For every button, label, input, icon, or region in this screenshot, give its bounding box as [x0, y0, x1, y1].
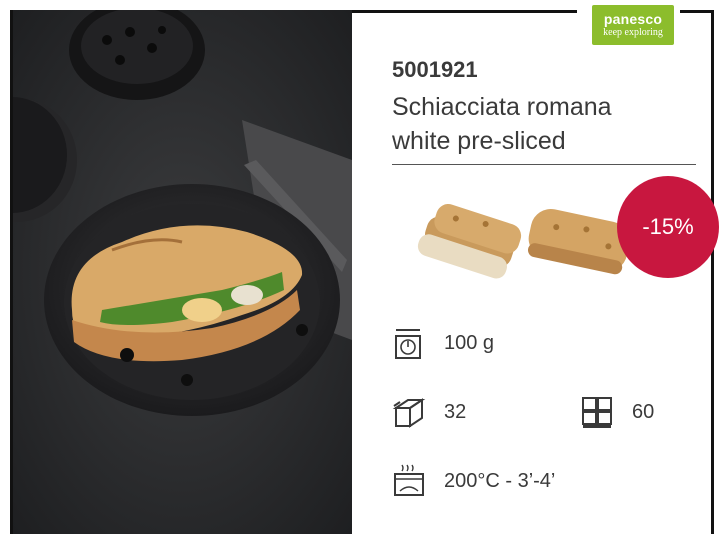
weight-value: 100 g — [444, 331, 495, 354]
product-name-line2: white pre-sliced — [392, 127, 566, 155]
product-name-line1: Schiacciata romana — [392, 93, 612, 121]
bake-instructions: 200°C - 3’-4’ — [444, 469, 556, 492]
bake-row: 200°C - 3’-4’ — [390, 463, 555, 499]
product-sheet: panesco keep exploring 5001921 Schiaccia… — [0, 0, 722, 534]
border-top-right — [680, 10, 714, 13]
scale-icon — [390, 325, 430, 361]
boxes-per-pallet: 60 — [632, 400, 655, 423]
pallet-row: 60 — [578, 394, 654, 430]
discount-badge: -15% — [617, 176, 719, 278]
border-left — [10, 10, 13, 534]
product-code: 5001921 — [392, 57, 478, 82]
pallet-icon — [578, 394, 618, 430]
product-title: Schiacciata romana white pre-sliced — [392, 90, 692, 158]
box-icon — [390, 394, 430, 430]
brand-tagline: keep exploring — [603, 27, 663, 38]
pieces-per-box: 32 — [444, 400, 467, 423]
brand-logo: panesco keep exploring — [592, 5, 674, 45]
border-top — [352, 10, 577, 13]
divider — [392, 164, 696, 165]
oven-icon — [390, 463, 430, 499]
product-image — [408, 190, 638, 300]
weight-row: 100 g — [390, 325, 494, 361]
border-right — [711, 10, 714, 534]
brand-name: panesco — [603, 11, 663, 27]
product-photo — [12, 10, 352, 534]
box-row: 32 — [390, 394, 466, 430]
